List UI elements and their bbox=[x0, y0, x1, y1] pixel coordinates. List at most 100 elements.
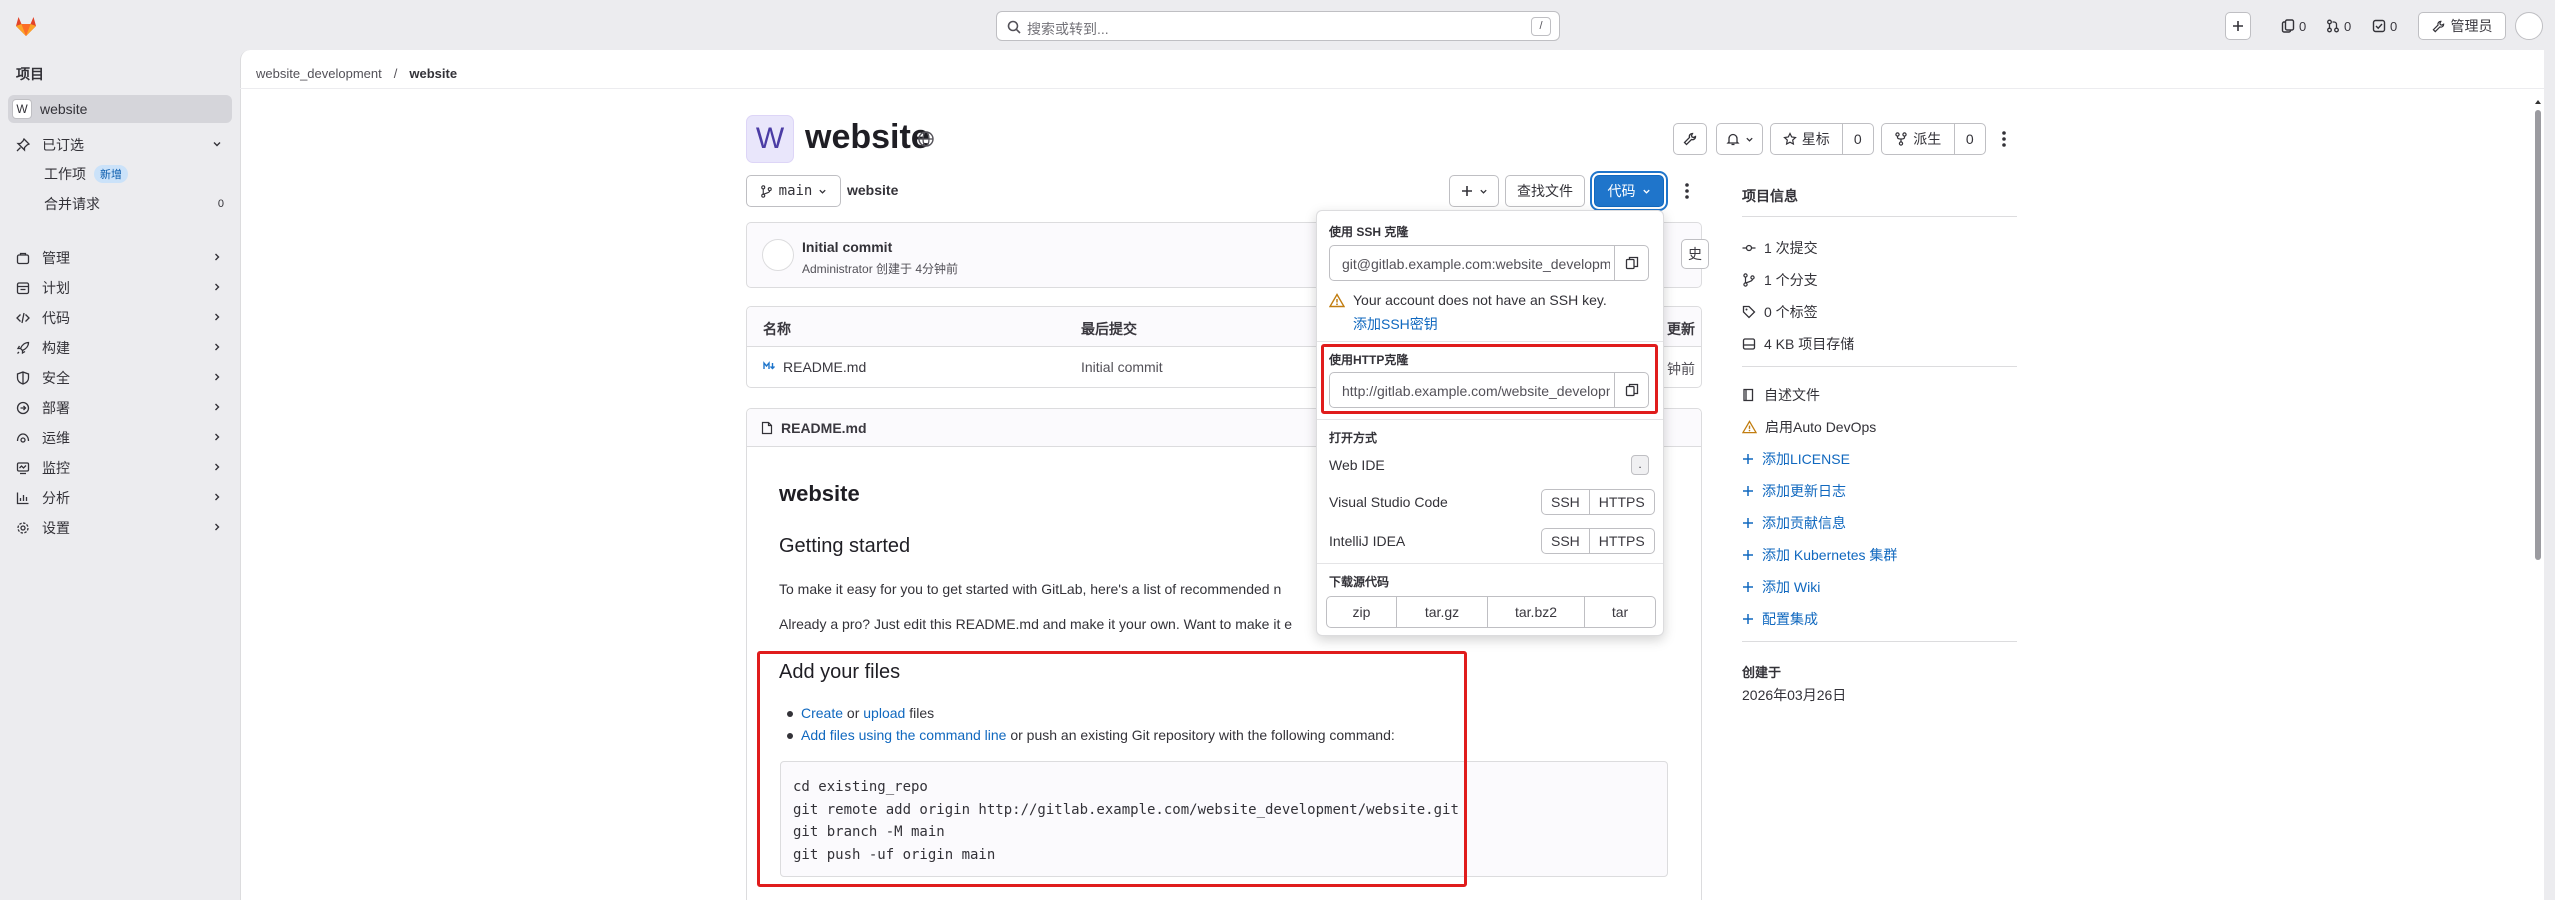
intellij-https-button[interactable]: HTTPS bbox=[1590, 529, 1654, 553]
download-zip-button[interactable]: zip bbox=[1327, 597, 1397, 627]
chevron-right-icon bbox=[215, 493, 220, 501]
sidebar-item-label: 计划 bbox=[42, 280, 70, 296]
add-contributing-link[interactable]: 添加贡献信息 bbox=[1742, 513, 1846, 533]
highlight-http-clone bbox=[1321, 344, 1658, 414]
sidebar-item-build[interactable]: 构建 bbox=[8, 334, 232, 362]
readme-filename[interactable]: README.md bbox=[781, 420, 867, 436]
admin-area-button[interactable]: 管理员 bbox=[2418, 12, 2506, 40]
stat-tags[interactable]: 0 个标签 bbox=[1742, 302, 1818, 322]
scrollbar[interactable] bbox=[2533, 98, 2543, 568]
project-avatar: W bbox=[746, 115, 794, 163]
admin-label: 管理员 bbox=[2450, 18, 2493, 34]
sidebar-item-deploy[interactable]: 部署 bbox=[8, 394, 232, 422]
vscode-https-button[interactable]: HTTPS bbox=[1590, 490, 1654, 514]
sidebar-pinned[interactable]: 已订选 bbox=[8, 131, 232, 159]
vscode-ssh-button[interactable]: SSH bbox=[1542, 490, 1590, 514]
commit-meta: Administrator 创建于 4分钟前 bbox=[802, 262, 959, 276]
sidebar-item-manage[interactable]: 管理 bbox=[8, 244, 232, 272]
commit-author-avatar[interactable] bbox=[762, 239, 794, 271]
add-kubernetes-link[interactable]: 添加 Kubernetes 集群 bbox=[1742, 545, 1897, 565]
wrench-icon bbox=[2432, 20, 2444, 32]
breadcrumb-project[interactable]: website bbox=[409, 66, 457, 81]
sidebar-item-merge-requests[interactable]: 合并请求 0 bbox=[44, 193, 224, 215]
sidebar-project-website[interactable]: W website bbox=[8, 95, 232, 123]
commit-title[interactable]: Initial commit bbox=[802, 239, 892, 255]
add-ssh-key-link[interactable]: 添加SSH密钥 bbox=[1353, 314, 1438, 334]
branch-icon bbox=[760, 184, 772, 198]
breadcrumb-separator: / bbox=[393, 66, 398, 81]
download-tarbz2-button[interactable]: tar.bz2 bbox=[1488, 597, 1585, 627]
file-name[interactable]: README.md bbox=[783, 359, 866, 375]
branch-icon bbox=[1743, 273, 1755, 287]
chevron-right-icon bbox=[215, 403, 220, 411]
stat-storage[interactable]: 4 KB 项目存储 bbox=[1742, 334, 1854, 354]
project-avatar-small: W bbox=[12, 99, 32, 119]
sidebar-item-monitor[interactable]: 监控 bbox=[8, 454, 232, 482]
web-ide-item[interactable]: Web IDE bbox=[1329, 457, 1385, 473]
copy-ssh-url-button[interactable] bbox=[1614, 246, 1648, 280]
sidebar-item-plan[interactable]: 计划 bbox=[8, 274, 232, 302]
add-license-link[interactable]: 添加LICENSE bbox=[1742, 449, 1850, 469]
find-file-button[interactable]: 查找文件 bbox=[1505, 175, 1585, 207]
create-new-button[interactable] bbox=[2225, 12, 2251, 40]
merge-requests-count: 0 bbox=[2344, 18, 2352, 34]
user-avatar[interactable] bbox=[2515, 12, 2543, 40]
file-last-commit[interactable]: Initial commit bbox=[1081, 359, 1163, 375]
sidebar-item-label: 运维 bbox=[42, 430, 70, 446]
readme-paragraph-1: To make it easy for you to get started w… bbox=[779, 581, 1282, 597]
chevron-down-icon bbox=[1642, 189, 1650, 194]
repo-path[interactable]: website bbox=[847, 182, 898, 198]
add-to-tree-button[interactable] bbox=[1449, 175, 1499, 207]
add-changelog-link[interactable]: 添加更新日志 bbox=[1742, 481, 1846, 501]
stat-commits[interactable]: 1 次提交 bbox=[1742, 238, 1818, 258]
star-button[interactable]: 星标 0 bbox=[1770, 123, 1874, 155]
pin-icon bbox=[15, 137, 31, 153]
sidebar-item-operate[interactable]: 运维 bbox=[8, 424, 232, 452]
branch-selector[interactable]: main bbox=[746, 175, 841, 207]
merge-requests-counter[interactable]: 0 bbox=[2326, 14, 2351, 38]
sidebar-pinned-label: 已订选 bbox=[42, 137, 84, 153]
plus-icon bbox=[1743, 454, 1753, 464]
notifications-button[interactable] bbox=[1716, 123, 1763, 155]
readme-title: website bbox=[779, 481, 860, 506]
sidebar-item-settings[interactable]: 设置 bbox=[8, 514, 232, 542]
sidebar-item-analyze[interactable]: 分析 bbox=[8, 484, 232, 512]
plus-icon bbox=[1743, 582, 1753, 592]
ssh-url-field[interactable]: git@gitlab.example.com:website_developme… bbox=[1329, 245, 1649, 281]
sidebar-item-label: 管理 bbox=[42, 250, 70, 266]
dropdown-divider bbox=[1317, 341, 1663, 342]
todos-counter[interactable]: 0 bbox=[2372, 14, 2397, 38]
code-dropdown-button[interactable]: 代码 bbox=[1594, 175, 1664, 207]
admin-project-button[interactable] bbox=[1673, 123, 1707, 155]
todo-icon bbox=[2372, 19, 2386, 33]
sidebar-item-label: 设置 bbox=[42, 520, 70, 536]
more-actions-icon[interactable] bbox=[2000, 129, 2008, 149]
add-wiki-link[interactable]: 添加 Wiki bbox=[1742, 577, 1820, 597]
gitlab-logo-icon[interactable] bbox=[14, 14, 38, 38]
download-formats: zip tar.gz tar.bz2 tar bbox=[1326, 596, 1656, 628]
stat-branches[interactable]: 1 个分支 bbox=[1742, 270, 1818, 290]
sidebar-item-security[interactable]: 安全 bbox=[8, 364, 232, 392]
breadcrumb-group[interactable]: website_development bbox=[256, 66, 382, 81]
search-input[interactable]: 搜索或转到... / bbox=[996, 11, 1560, 41]
breadcrumb-divider bbox=[240, 88, 2544, 89]
sidebar-item-label: 代码 bbox=[42, 310, 70, 326]
sidebar-item-code[interactable]: 代码 bbox=[8, 304, 232, 332]
sidebar-item-work-items[interactable]: 工作项 新增 bbox=[44, 163, 128, 185]
issues-counter[interactable]: 0 bbox=[2281, 14, 2306, 38]
repo-more-actions-icon[interactable] bbox=[1683, 181, 1691, 201]
readme-link[interactable]: 自述文件 bbox=[1742, 385, 1820, 405]
intellij-ssh-button[interactable]: SSH bbox=[1542, 529, 1590, 553]
web-ide-shortcut: . bbox=[1631, 455, 1649, 475]
history-button[interactable]: 史 bbox=[1681, 239, 1709, 269]
download-tar-button[interactable]: tar bbox=[1585, 597, 1655, 627]
auto-devops-link[interactable]: 启用Auto DevOps bbox=[1742, 417, 1876, 437]
globe-icon bbox=[917, 130, 935, 148]
download-targz-button[interactable]: tar.gz bbox=[1397, 597, 1488, 627]
chevron-right-icon bbox=[215, 373, 220, 381]
download-heading: 下载源代码 bbox=[1329, 575, 1390, 589]
operate-icon bbox=[15, 430, 31, 446]
fork-button[interactable]: 派生 0 bbox=[1881, 123, 1986, 155]
configure-integrations-link[interactable]: 配置集成 bbox=[1742, 609, 1818, 629]
created-label: 创建于 bbox=[1742, 665, 1782, 680]
